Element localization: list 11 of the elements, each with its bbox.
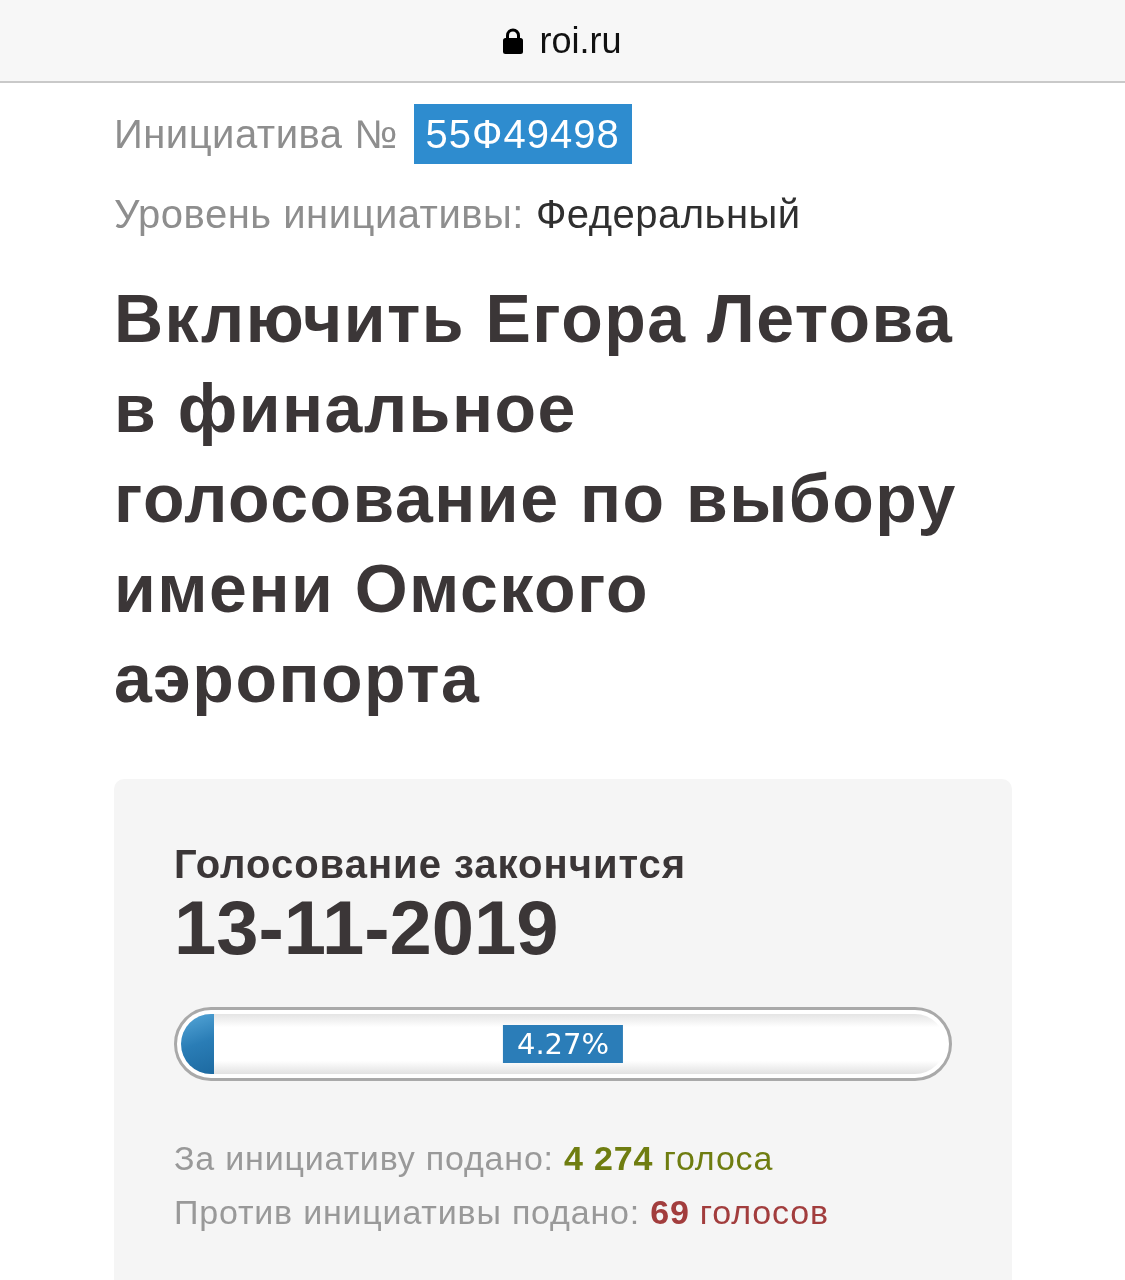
initiative-title: Включить Егора Летова в финальное голосование по выбору имени Омского аэропорта <box>114 279 958 718</box>
progress-percent: 4.27% <box>502 1025 624 1063</box>
vote-tally-text: За инициативу подано: 4 274 голоса <box>174 1138 775 1179</box>
initiative-label: Инициатива № <box>114 114 398 154</box>
initiative-number: 55Ф49498 <box>413 104 632 164</box>
vote-tally-text: Против инициативы подано: 69 голосов <box>174 1192 830 1233</box>
url-text[interactable]: roi.ru <box>539 22 622 59</box>
level-label: Уровень инициативы: <box>114 191 524 237</box>
level-value: Федеральный <box>535 191 801 237</box>
voting-end-date: 13-11-2019 <box>174 887 560 969</box>
voting-end-label: Голосование закончится <box>174 841 688 887</box>
